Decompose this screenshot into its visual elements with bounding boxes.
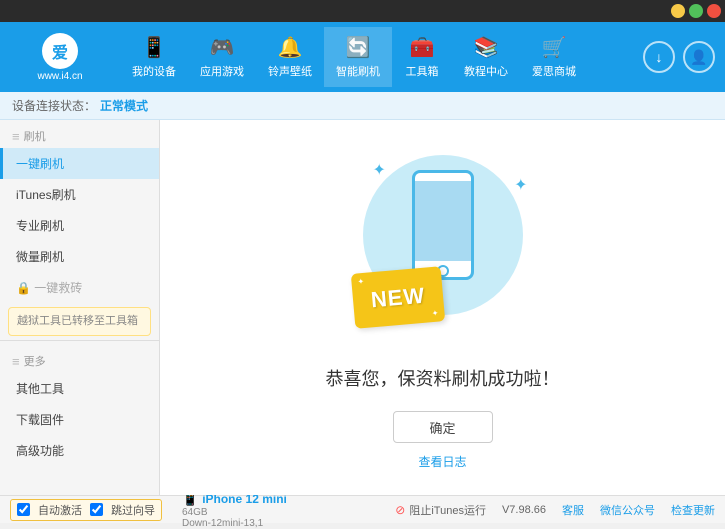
auto-launch-checkbox[interactable]	[17, 503, 30, 516]
view-log-link[interactable]: 查看日志	[418, 453, 466, 470]
skip-wizard-label[interactable]: 跳过向导	[111, 502, 155, 518]
close-button[interactable]	[707, 4, 721, 18]
sidebar-item-micro-flash[interactable]: 微量刷机	[0, 241, 159, 272]
nav-apps-games[interactable]: 🎮 应用游戏	[188, 27, 256, 87]
nav-mall[interactable]: 🛒 爱思商城	[520, 27, 588, 87]
flash-section-label: 刷机	[24, 128, 46, 144]
content-area: ✦ ✦ ✦ ✦ NEW ✦ 恭喜您，保资料刷机成功啦！ 确定 查看日志	[160, 120, 725, 495]
mall-icon: 🛒	[542, 35, 567, 60]
maximize-button[interactable]	[689, 4, 703, 18]
apps-games-icon: 🎮	[210, 35, 235, 60]
toolbox-icon: 🧰	[410, 35, 435, 60]
bottom-right: ⊘ 阻止iTunes运行 V7.98.66 客服 微信公众号 检查更新	[395, 502, 715, 518]
sidebar-divider	[0, 340, 159, 341]
more-section-title: ≡ 更多	[0, 345, 159, 373]
ringtones-icon: 🔔	[278, 35, 303, 60]
nav-toolbox-label: 工具箱	[406, 63, 439, 79]
sparkle-icon-2: ✦	[514, 175, 527, 195]
sidebar-item-itunes-flash[interactable]: iTunes刷机	[0, 179, 159, 210]
main-layout: ≡ 刷机 一键刷机 iTunes刷机 专业刷机 微量刷机 🔒 一键救砖 越狱工具…	[0, 120, 725, 495]
user-button[interactable]: 👤	[683, 41, 715, 73]
nav-my-device[interactable]: 📱 我的设备	[120, 27, 188, 87]
bottom-checkboxes: 自动激活 跳过向导	[10, 499, 162, 521]
sidebar-item-other-tools[interactable]: 其他工具	[0, 373, 159, 404]
sidebar-item-onekey-rescue: 🔒 一键救砖	[0, 272, 159, 303]
device-model: Down-12mini-13,1	[182, 518, 287, 529]
itunes-stop-notice[interactable]: ⊘ 阻止iTunes运行	[395, 502, 486, 518]
nav-my-device-label: 我的设备	[132, 63, 176, 79]
status-label: 设备连接状态：	[12, 97, 96, 114]
flash-section-icon: ≡	[12, 129, 20, 144]
status-value: 正常模式	[100, 97, 148, 114]
nav-tutorial-label: 教程中心	[464, 63, 508, 79]
confirm-button[interactable]: 确定	[393, 411, 493, 443]
header: 爱 www.i4.cn 📱 我的设备 🎮 应用游戏 🔔 铃声壁纸 🔄 智能刷机 …	[0, 22, 725, 92]
logo-area[interactable]: 爱 www.i4.cn	[10, 33, 110, 82]
nav-smart-flash-label: 智能刷机	[336, 63, 380, 79]
bottom-bar: 自动激活 跳过向导 📱 iPhone 12 mini 64GB Down-12m…	[0, 495, 725, 523]
customer-service-link[interactable]: 客服	[562, 502, 584, 518]
minimize-button[interactable]	[671, 4, 685, 18]
ribbon-banner: ✦ NEW ✦	[350, 266, 444, 329]
sidebar-item-advanced[interactable]: 高级功能	[0, 435, 159, 466]
ribbon-text: NEW	[369, 282, 425, 313]
phone-screen	[415, 181, 471, 261]
ribbon-stars-left: ✦	[357, 277, 364, 287]
check-update-link[interactable]: 检查更新	[671, 502, 715, 518]
sidebar-item-download-firmware[interactable]: 下载固件	[0, 404, 159, 435]
success-message: 恭喜您，保资料刷机成功啦！	[326, 365, 560, 391]
flash-section-title: ≡ 刷机	[0, 120, 159, 148]
nav-smart-flash[interactable]: 🔄 智能刷机	[324, 27, 392, 87]
logo-icon: 爱	[42, 33, 78, 69]
more-section-label: 更多	[24, 353, 46, 369]
version-label: V7.98.66	[502, 504, 546, 516]
more-section-icon: ≡	[12, 354, 20, 369]
status-bar: 设备连接状态： 正常模式	[0, 92, 725, 120]
auto-launch-label[interactable]: 自动激活	[38, 502, 82, 518]
smart-flash-icon: 🔄	[346, 35, 371, 60]
sparkle-icon-1: ✦	[373, 160, 386, 180]
sidebar: ≡ 刷机 一键刷机 iTunes刷机 专业刷机 微量刷机 🔒 一键救砖 越狱工具…	[0, 120, 160, 495]
wechat-link[interactable]: 微信公众号	[600, 502, 655, 518]
ribbon-stars-right: ✦	[431, 309, 438, 319]
download-button[interactable]: ↓	[643, 41, 675, 73]
nav-toolbox[interactable]: 🧰 工具箱	[392, 27, 452, 87]
device-storage: 64GB	[182, 507, 287, 518]
phone-body	[412, 170, 474, 280]
nav-tutorial[interactable]: 📚 教程中心	[452, 27, 520, 87]
tutorial-icon: 📚	[474, 35, 499, 60]
stop-icon: ⊘	[395, 503, 405, 517]
header-right: ↓ 👤	[643, 41, 715, 73]
skip-wizard-checkbox[interactable]	[90, 503, 103, 516]
nav-ringtones-label: 铃声壁纸	[268, 63, 312, 79]
title-bar	[0, 0, 725, 22]
nav-mall-label: 爱思商城	[532, 63, 576, 79]
sidebar-item-onekey-flash[interactable]: 一键刷机	[0, 148, 159, 179]
nav-ringtones[interactable]: 🔔 铃声壁纸	[256, 27, 324, 87]
sidebar-notice: 越狱工具已转移至工具箱	[8, 307, 151, 336]
success-illustration: ✦ ✦ ✦ ✦ NEW ✦	[343, 145, 543, 345]
sidebar-item-pro-flash[interactable]: 专业刷机	[0, 210, 159, 241]
my-device-icon: 📱	[142, 35, 167, 60]
logo-url: www.i4.cn	[37, 71, 82, 82]
nav-items: 📱 我的设备 🎮 应用游戏 🔔 铃声壁纸 🔄 智能刷机 🧰 工具箱 📚 教程中心…	[120, 27, 643, 87]
itunes-stop-label: 阻止iTunes运行	[409, 502, 486, 518]
nav-apps-games-label: 应用游戏	[200, 63, 244, 79]
